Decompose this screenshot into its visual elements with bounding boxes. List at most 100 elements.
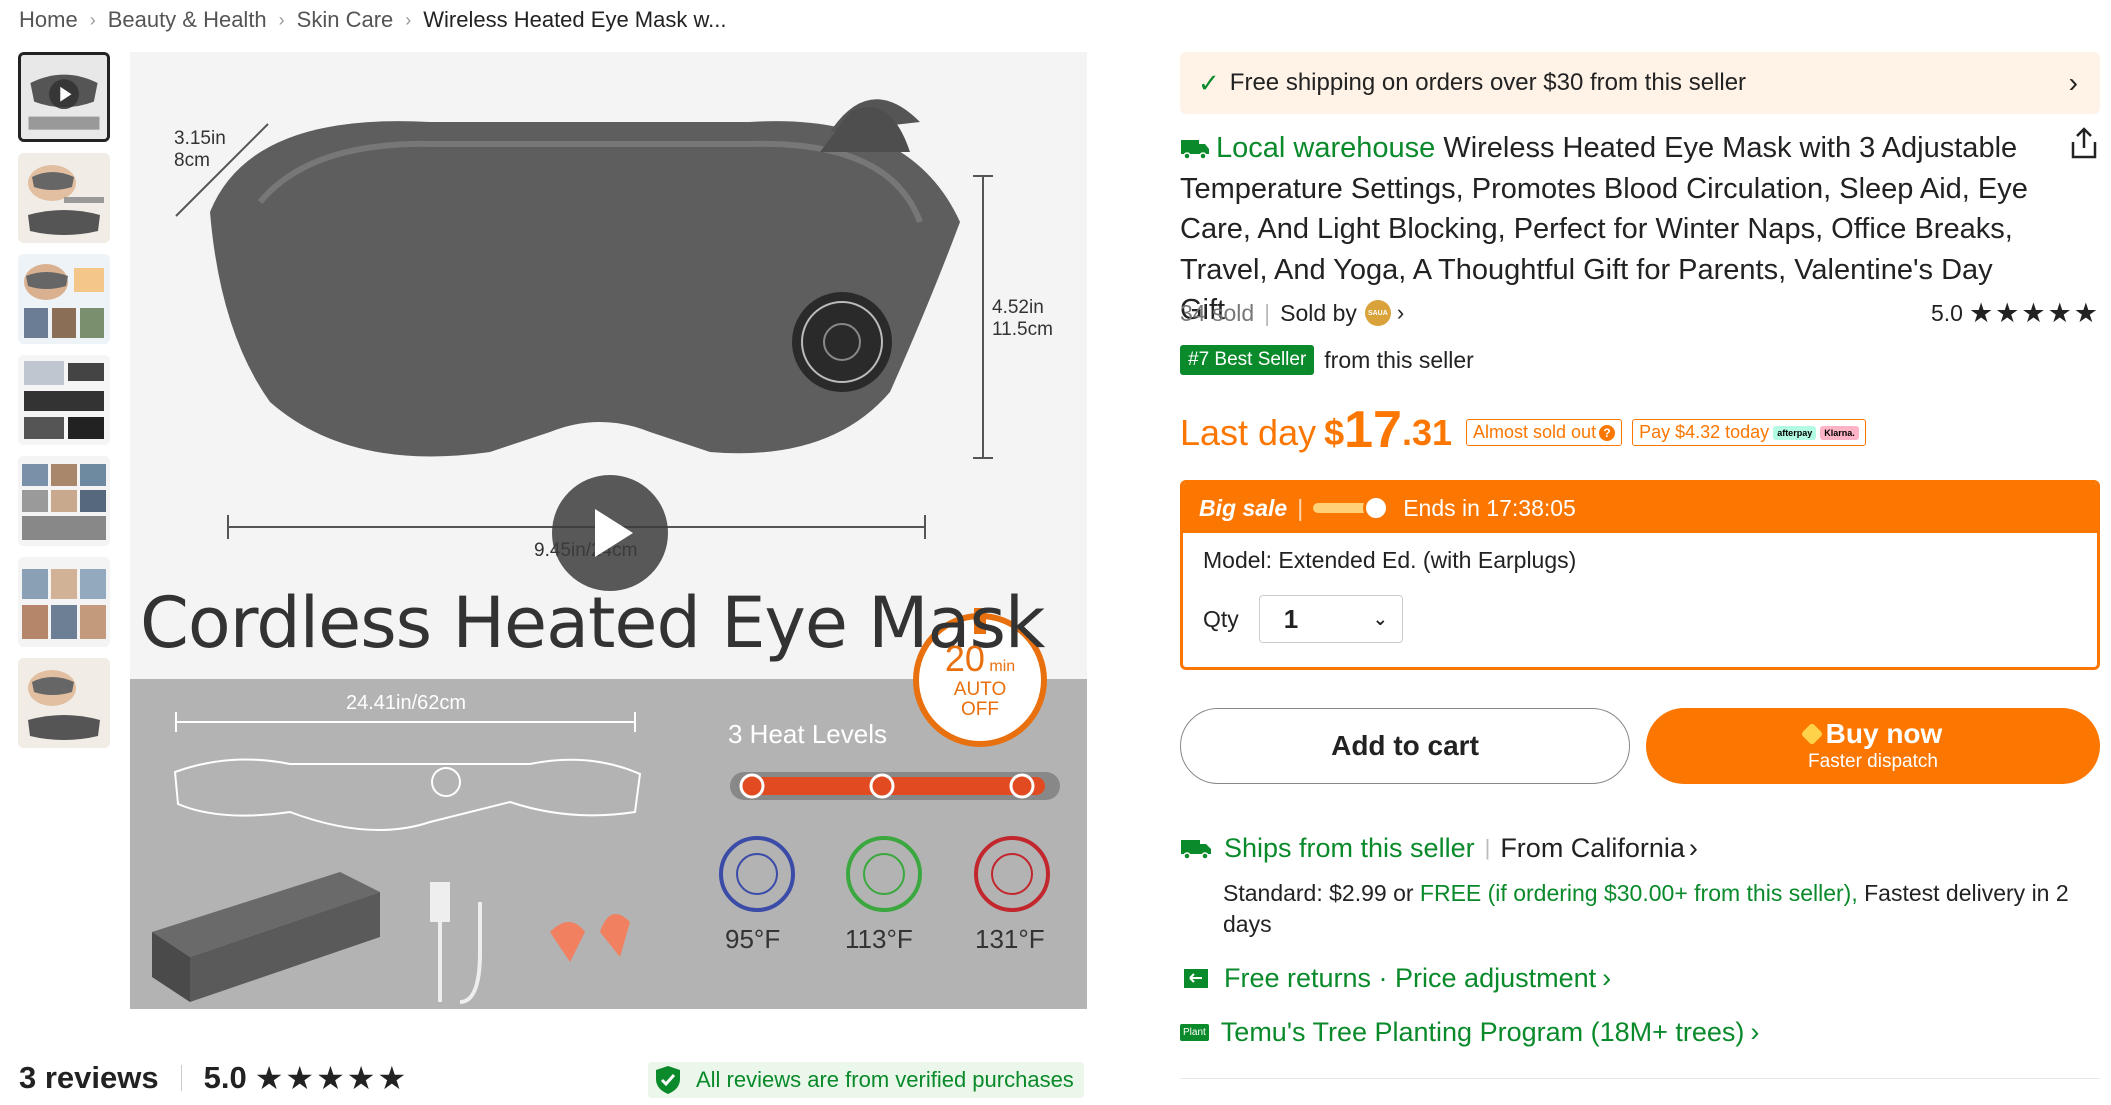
shipping-detail: Standard: $2.99 or FREE (if ordering $30… [1223,878,2093,940]
seller-logo[interactable]: SAUA [1364,300,1391,326]
temp-high: 131°F [975,924,1045,954]
length-dimension: 24.41in/62cm [346,692,467,714]
breadcrumb-home[interactable]: Home [19,7,78,33]
last-day-label: Last day [1180,412,1317,453]
price-decimal: .31 [1401,412,1453,453]
thumbnail-image [18,254,110,344]
heat-levels-label: 3 Heat Levels [728,719,887,749]
thumbnail-6[interactable] [18,557,110,647]
clock-icon [1363,495,1390,521]
reviews-count[interactable]: 3 reviews [19,1060,159,1096]
play-icon [595,509,633,557]
price-currency: $ [1324,412,1345,453]
klarna-logo: Klarna. [1820,425,1859,440]
height-dimension: 4.52in 11.5cm [992,297,1053,340]
tree-planting-label: Temu's Tree Planting Program (18M+ trees… [1220,1016,1745,1047]
big-sale-label: Big sale [1199,494,1288,521]
tree-planting-row[interactable]: Plant Temu's Tree Planting Program (18M+… [1180,1012,1759,1052]
sold-count: 34 sold [1180,299,1255,326]
chevron-right-icon[interactable]: › [1397,300,1404,326]
sold-by-label: Sold by [1280,299,1357,326]
sale-progress-bar [1313,495,1390,521]
breadcrumb-skin-care[interactable]: Skin Care [297,7,394,33]
temp-mid: 113°F [845,924,913,954]
plant-icon: Plant [1180,1023,1209,1041]
temp-low: 95°F [725,924,781,954]
best-seller-row: #7 Best Seller from this seller [1180,342,1474,378]
almost-sold-out-tag[interactable]: Almost sold out ? [1466,419,1623,446]
best-seller-badge[interactable]: #7 Best Seller [1180,345,1315,375]
thumbnail-video[interactable] [18,52,110,142]
ship-location[interactable]: From California [1500,833,1685,864]
chevron-right-icon: › [1750,1016,1760,1047]
help-icon: ? [1599,424,1616,441]
buy-now-button[interactable]: Buy now Faster dispatch [1646,708,2100,784]
breadcrumb-separator-icon: › [405,9,412,30]
thumbnail-3[interactable] [18,254,110,344]
afterpay-logo: afterpay [1773,425,1817,440]
buy-now-text: Buy now [1825,718,1943,749]
returns-label: Free returns · Price adjustment [1224,962,1597,993]
breadcrumb-separator-icon: › [89,9,96,30]
free-shipping-banner[interactable]: ✓ Free shipping on orders over $30 from … [1180,52,2100,114]
breadcrumb-beauty-health[interactable]: Beauty & Health [108,7,267,33]
share-icon[interactable] [2068,126,2100,160]
divider: | [1484,835,1491,860]
thumbnail-5[interactable] [18,456,110,546]
thumbnail-image [18,456,110,546]
almost-sold-out-label: Almost sold out [1473,422,1597,442]
thumbnail-image [18,153,110,243]
thumbnail-image [18,658,110,748]
price-integer: 17 [1344,401,1402,459]
free-shipping-condition: FREE (if ordering $30.00+ from this sell… [1419,880,1858,906]
standard-shipping-text: Standard: $2.99 or [1223,880,1420,906]
image-title: Cordless Heated Eye Mask [140,582,1045,664]
quantity-row: Qty 1 ⌄ [1203,595,1403,643]
divider: | [1264,299,1271,326]
chevron-down-icon: ⌄ [1372,608,1388,629]
free-shipping-text: Free shipping on orders over $30 from th… [1229,69,1747,96]
thumbnail-4[interactable] [18,355,110,445]
reviews-score: 5.0 [203,1060,247,1095]
breadcrumb-current: Wireless Heated Eye Mask w... [423,7,727,32]
thumbnail-7[interactable] [18,658,110,748]
reviews-stars-icon: ★★★★★ [254,1060,409,1096]
add-to-cart-button[interactable]: Add to cart [1180,708,1630,784]
breadcrumb-separator-icon: › [278,9,285,30]
buy-now-sublabel: Faster dispatch [1808,751,1938,772]
divider [1180,1078,2100,1079]
verified-purchases-badge: All reviews are from verified purchases [648,1062,1084,1098]
reviews-summary: 3 reviews 5.0 ★★★★★ [19,1056,408,1100]
shield-check-icon [656,1066,680,1094]
main-product-image[interactable]: 3.15in 8cm 4.52in 11.5cm 9.45in/24cm Cor… [130,52,1087,1009]
pay-today-label: Pay $4.32 today [1639,422,1770,442]
chevron-right-icon: › [2068,67,2078,98]
product-rating[interactable]: 5.0 ★★★★★ [1931,298,2100,329]
price-row: Last day $ 17 .31 Almost sold out ? Pay … [1180,398,1876,458]
thumbnail-image [18,355,110,445]
local-warehouse-label: Local warehouse [1216,132,1436,164]
returns-icon [1184,969,1208,988]
ships-from-row: Ships from this seller | From California… [1180,828,1698,868]
sale-countdown: Ends in 17:38:05 [1403,494,1576,521]
breadcrumb: Home › Beauty & Health › Skin Care › Wir… [19,4,726,36]
model-selection[interactable]: Model: Extended Ed. (with Earplugs) [1203,547,1576,574]
thumbnail-image [21,55,107,139]
quantity-value: 1 [1283,603,1299,634]
divider: | [1297,494,1304,521]
chevron-right-icon[interactable]: › [1689,833,1698,864]
thumbnail-image [18,557,110,647]
rating-score: 5.0 [1930,299,1963,326]
play-video-button[interactable] [552,475,668,591]
pay-later-tag[interactable]: Pay $4.32 today afterpay Klarna. [1632,419,1866,446]
free-returns-row[interactable]: Free returns · Price adjustment › [1180,958,1611,998]
qty-label: Qty [1203,605,1239,632]
buy-now-label: Buy now [1800,718,1943,750]
auto-off-timer: 20 min AUTO OFF [944,638,1016,720]
sales-meta-row: 34 sold | Sold by SAUA › 5.0 ★★★★★ [1180,296,2100,330]
thumbnail-list [18,52,110,759]
local-warehouse-truck-icon [1181,140,1209,160]
tag-icon [1800,722,1823,746]
thumbnail-2[interactable] [18,153,110,243]
quantity-select[interactable]: 1 ⌄ [1258,595,1403,643]
